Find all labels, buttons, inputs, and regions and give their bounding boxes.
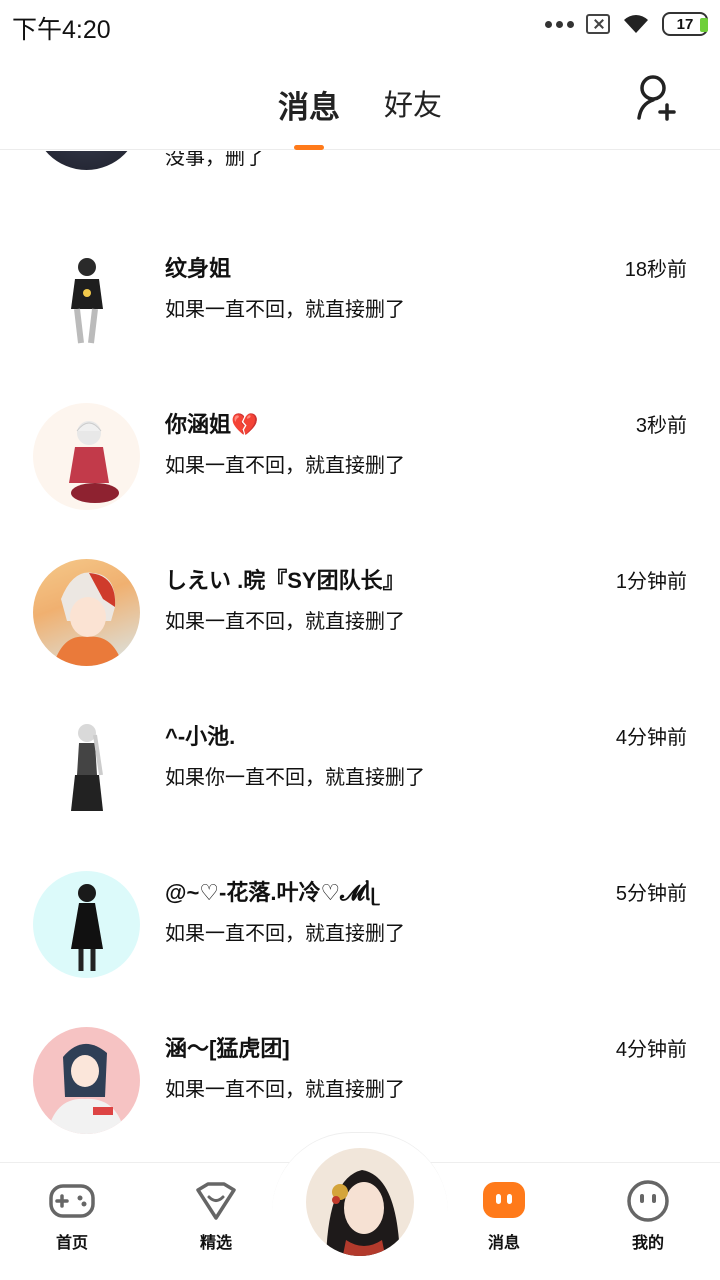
heart-badge-icon	[196, 1182, 236, 1220]
timestamp: 18秒前	[624, 259, 687, 281]
status-bar: 下午4:20 17	[0, 0, 720, 52]
list-item[interactable]: 没事，删了	[0, 151, 720, 229]
avatar	[33, 715, 140, 822]
gamepad-icon	[49, 1184, 95, 1218]
avatar	[33, 559, 140, 666]
tab-indicator	[294, 145, 324, 150]
list-item[interactable]: ^-小池. 4分钟前 如果你一直不回，就直接删了	[0, 715, 720, 871]
timestamp: 3秒前	[635, 415, 687, 437]
nav-home[interactable]: 首页	[22, 1180, 122, 1253]
message-preview: 如果一直不回，就直接删了	[165, 455, 405, 477]
contact-name: @~♡-花落.叶冷♡𝓜ᥣᥨ	[165, 880, 376, 905]
battery-icon: 17	[662, 12, 708, 36]
header: 消息 好友	[0, 52, 720, 150]
center-avatar-button[interactable]	[304, 1146, 416, 1258]
nav-me-label: 我的	[631, 1235, 664, 1252]
list-item[interactable]: 你涵姐💔 3秒前 如果一直不回，就直接删了	[0, 403, 720, 559]
no-sim-icon	[586, 14, 610, 34]
avatar	[33, 151, 140, 170]
contact-name: 你涵姐💔	[165, 412, 259, 437]
timestamp: 1分钟前	[615, 571, 687, 593]
avatar	[33, 403, 140, 510]
message-preview: 如果一直不回，就直接删了	[165, 923, 405, 945]
contact-name: 纹身姐	[165, 256, 232, 281]
add-friend-icon[interactable]	[636, 74, 676, 122]
timestamp: 4分钟前	[615, 727, 687, 749]
battery-level: 17	[676, 15, 694, 33]
nav-messages[interactable]: 消息	[454, 1180, 554, 1253]
nav-featured-label: 精选	[199, 1235, 232, 1252]
nav-messages-label: 消息	[487, 1235, 520, 1252]
face-icon	[627, 1180, 669, 1222]
contact-name: ^-小池.	[165, 724, 236, 749]
wifi-icon	[624, 15, 648, 33]
nav-me[interactable]: 我的	[598, 1180, 698, 1253]
contact-name: しえい .晥『SY团队长』	[165, 568, 405, 593]
contact-name: 涵～[猛虎团]	[165, 1036, 290, 1061]
avatar	[33, 1027, 140, 1134]
timestamp: 5分钟前	[615, 883, 687, 905]
status-time: 下午4:20	[12, 16, 111, 44]
list-item[interactable]: @~♡-花落.叶冷♡𝓜ᥣᥨ 5分钟前 如果一直不回，就直接删了	[0, 871, 720, 1027]
message-preview: 如果一直不回，就直接删了	[165, 611, 405, 633]
more-dots-icon	[545, 20, 574, 28]
timestamp: 4分钟前	[615, 1039, 687, 1061]
status-icons: 17	[545, 12, 708, 36]
list-item[interactable]: 纹身姐 18秒前 如果一直不回，就直接删了	[0, 247, 720, 403]
conversation-list[interactable]: 没事，删了 纹身姐 18秒前 如果一直不回，就直接删了 你涵姐💔 3秒前 如果一…	[0, 151, 720, 1163]
list-item[interactable]: しえい .晥『SY团队长』 1分钟前 如果一直不回，就直接删了	[0, 559, 720, 715]
message-preview: 没事，删了	[165, 151, 265, 169]
avatar	[33, 871, 140, 978]
nav-home-label: 首页	[55, 1235, 88, 1252]
nav-featured[interactable]: 精选	[166, 1180, 266, 1253]
tab-friends[interactable]: 好友	[384, 82, 442, 124]
message-preview: 如果一直不回，就直接删了	[165, 1079, 405, 1101]
message-preview: 如果一直不回，就直接删了	[165, 299, 405, 321]
avatar	[33, 247, 140, 354]
tab-messages[interactable]: 消息	[278, 82, 340, 127]
chat-bubble-icon	[483, 1182, 525, 1218]
message-preview: 如果你一直不回，就直接删了	[165, 767, 425, 789]
